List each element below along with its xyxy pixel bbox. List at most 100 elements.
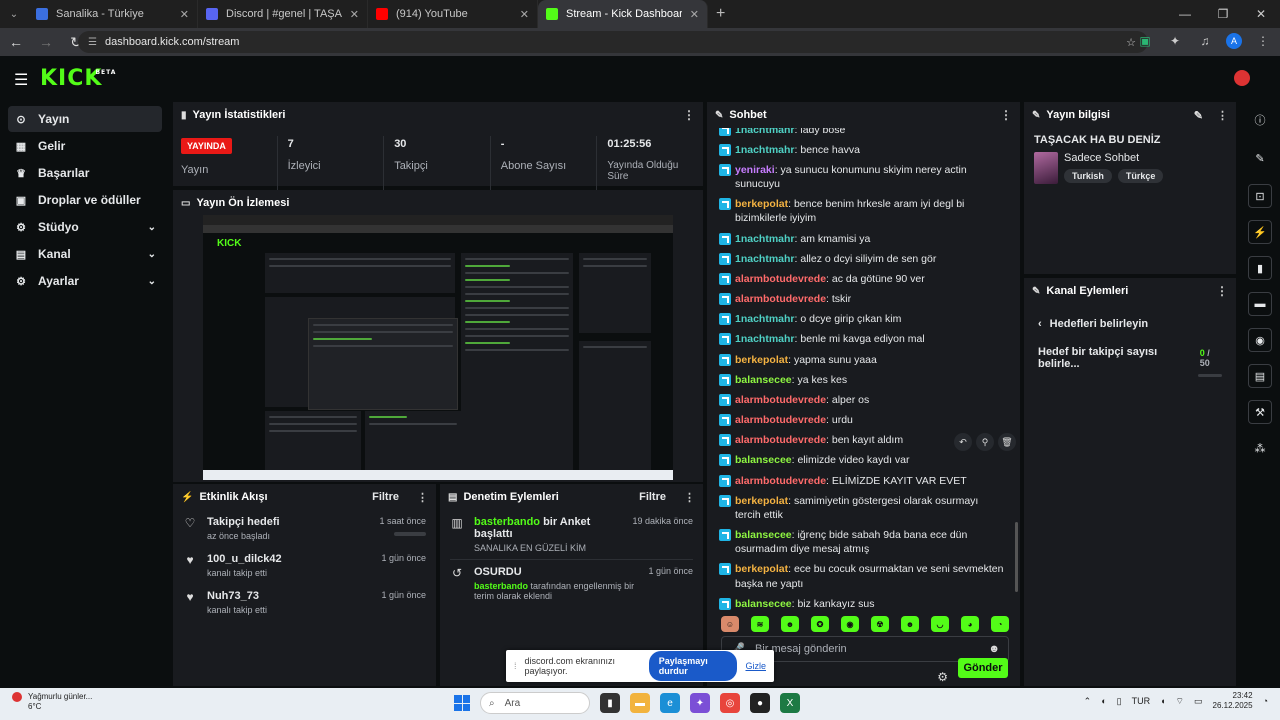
notification-icon[interactable]: ◔ (1263, 696, 1268, 706)
chat-message[interactable]: 1nachtmahr: allez o dcyi siliyim de sen … (715, 249, 1008, 269)
raid-icon[interactable]: ⊡ (1248, 184, 1272, 208)
emote[interactable]: ☢ (871, 616, 889, 632)
task-view-icon[interactable]: ▮ (600, 693, 620, 713)
emoji-icon[interactable]: ☻ (988, 643, 1000, 655)
sidebar-item-2[interactable]: ▦ Gelir (8, 133, 162, 159)
chrome-icon[interactable]: ◎ (720, 693, 740, 713)
goals-back-button[interactable]: ‹ Hedefleri belirleyin (1038, 318, 1222, 330)
chat-username[interactable]: balansecee (735, 454, 792, 466)
clock[interactable]: 23:42 26.12.2025 (1213, 691, 1253, 712)
undo-icon[interactable]: ↺ (450, 566, 464, 601)
emote[interactable]: ✪ (811, 616, 829, 632)
emote[interactable]: ≋ (751, 616, 769, 632)
mic-icon[interactable]: ▯ (1117, 696, 1122, 707)
chat-username[interactable]: alarmbotudevrede (735, 475, 826, 487)
chat-username[interactable]: 1nachtmahr (735, 333, 795, 345)
media-control-icon[interactable]: ♫ (1196, 32, 1214, 50)
maximize-icon[interactable]: ❐ (1204, 0, 1242, 28)
activity-title[interactable]: Nuh73_73 (207, 590, 371, 602)
chat-username[interactable]: berkepolat (735, 563, 788, 575)
emote[interactable]: ◔ (991, 616, 1009, 632)
tab-close-icon[interactable]: ✕ (520, 8, 529, 21)
sidebar-item-3[interactable]: ♛ Başarılar (8, 160, 162, 186)
broadcast-icon[interactable]: ◉ (1248, 328, 1272, 352)
battery-icon[interactable]: ▭ (1194, 696, 1203, 707)
reply-icon[interactable]: ↶ (954, 433, 972, 451)
site-info-icon[interactable]: ☰ (88, 37, 97, 48)
drag-handle-icon[interactable]: ⁞ (514, 661, 517, 671)
chat-message[interactable]: 1nachtmahr: am kmamisi ya (715, 229, 1008, 249)
profile-avatar[interactable]: A (1226, 33, 1242, 49)
chat-message[interactable]: alarmbotudevrede: alper os (715, 390, 1008, 410)
app-icon[interactable]: ● (750, 693, 770, 713)
chat-username[interactable]: alarmbotudevrede (735, 394, 826, 406)
more-options-icon[interactable]: ⋮ (1216, 284, 1228, 298)
new-tab-button[interactable]: + (716, 5, 725, 23)
chat-message[interactable]: 1nachtmahr: lady bose (715, 128, 1008, 140)
browser-menu-icon[interactable]: ⋮ (1254, 32, 1272, 50)
tab-search-icon[interactable]: ⌄ (4, 4, 24, 24)
chat-username[interactable]: alarmbotudevrede (735, 273, 826, 285)
user-avatar[interactable] (1234, 70, 1250, 86)
emote-face[interactable]: ☺ (721, 616, 739, 632)
browser-tab[interactable]: Sanalika - Türkiye ✕ (28, 0, 198, 28)
chat-username[interactable]: alarmbotudevrede (735, 414, 826, 426)
chat-message[interactable]: 1nachtmahr: bence havva (715, 140, 1008, 160)
chat-message-list[interactable]: 1nachtmahr: lady bose 1nachtmahr: bence h… (715, 128, 1008, 614)
extensions-puzzle-icon[interactable]: ✦ (1166, 32, 1184, 50)
sidebar-item-6[interactable]: ▤ Kanal ⌄ (8, 241, 162, 267)
chat-message[interactable]: berkepolat: bence benim hrkesle aram iyi… (715, 194, 1008, 228)
tab-close-icon[interactable]: ✕ (690, 8, 699, 21)
edit-icon[interactable]: ✎ (1248, 146, 1272, 170)
close-window-icon[interactable]: ✕ (1242, 0, 1280, 28)
sidebar-item-1[interactable]: ⊙ Yayın (8, 106, 162, 132)
chat-message[interactable]: yeniraki: ya sunucu konumunu skiyim nere… (715, 160, 1008, 194)
sidebar-item-5[interactable]: ⚙ Stüdyo ⌄ (8, 214, 162, 240)
moderator-name[interactable]: basterbando (474, 516, 540, 528)
more-options-icon[interactable]: ⋮ (683, 108, 695, 122)
tab-close-icon[interactable]: ✕ (350, 8, 359, 21)
browser-tab[interactable]: (914) YouTube ✕ (368, 0, 538, 28)
network-icon[interactable]: ◐ (1101, 696, 1106, 706)
chat-username[interactable]: 1nachtmahr (735, 313, 795, 325)
volume-icon[interactable]: ◖ (1160, 696, 1165, 706)
clip-icon[interactable]: ▮ (1248, 256, 1272, 280)
chat-message[interactable]: balansecee: iğrenç bide sabah 9da bana e… (715, 525, 1008, 559)
follower-goal-item[interactable]: Hedef bir takipçi sayısı belirle... 0 / … (1038, 346, 1222, 370)
copilot-icon[interactable]: ✦ (690, 693, 710, 713)
bolt-icon[interactable]: ⚡ (1248, 220, 1272, 244)
chat-message[interactable]: 1nachtmahr: benle mi kavga ediyon mal (715, 329, 1008, 349)
bookmark-star-icon[interactable]: ☆ (1126, 36, 1136, 49)
sidebar-item-4[interactable]: ▣ Droplar ve ödüller (8, 187, 162, 213)
chat-icon[interactable]: ▬ (1248, 292, 1272, 316)
wrench-icon[interactable]: ⚒ (1248, 400, 1272, 424)
chat-username[interactable]: 1nachtmahr (735, 144, 795, 156)
chat-username[interactable]: balansecee (735, 529, 792, 541)
layout-icon[interactable]: ▤ (1248, 364, 1272, 388)
weather-widget[interactable]: Yağmurlu günler... 6°C (12, 692, 92, 711)
chat-settings-icon[interactable]: ⚙ (937, 670, 948, 684)
edit-icon[interactable]: ✎ (1194, 109, 1203, 122)
excel-icon[interactable]: X (780, 693, 800, 713)
category-thumbnail[interactable] (1034, 152, 1058, 184)
chat-username[interactable]: yeniraki (735, 164, 775, 176)
wifi-icon[interactable]: ⌔ (1176, 696, 1184, 707)
sidebar-item-7[interactable]: ⚙ Ayarlar ⌄ (8, 268, 162, 294)
chat-message[interactable]: balansecee: ya kes kes (715, 370, 1008, 390)
chevron-down-icon[interactable]: ⌄ (148, 222, 156, 233)
chat-username[interactable]: balansecee (735, 374, 792, 386)
emote[interactable]: ◕ (961, 616, 979, 632)
emote[interactable]: ☻ (901, 616, 919, 632)
chevron-up-icon[interactable]: ⌃ (1084, 696, 1092, 707)
activity-title[interactable]: 100_u_dilck42 (207, 553, 371, 565)
chat-username[interactable]: berkepolat (735, 495, 788, 507)
file-explorer-icon[interactable]: ▬ (630, 693, 650, 713)
stop-sharing-button[interactable]: Paylaşmayı durdur (648, 651, 738, 681)
send-button[interactable]: Gönder (958, 658, 1008, 678)
chat-message[interactable]: alarmbotudevrede: tskir (715, 289, 1008, 309)
category-name[interactable]: Sadece Sohbet (1064, 152, 1163, 164)
emote[interactable]: ◉ (841, 616, 859, 632)
chat-message[interactable]: berkepolat: ece bu cocuk osurmaktan ve s… (715, 559, 1008, 593)
chat-message[interactable]: berkepolat: samimiyetin göstergesi olara… (715, 491, 1008, 525)
share-icon[interactable]: ⁂ (1248, 436, 1272, 460)
